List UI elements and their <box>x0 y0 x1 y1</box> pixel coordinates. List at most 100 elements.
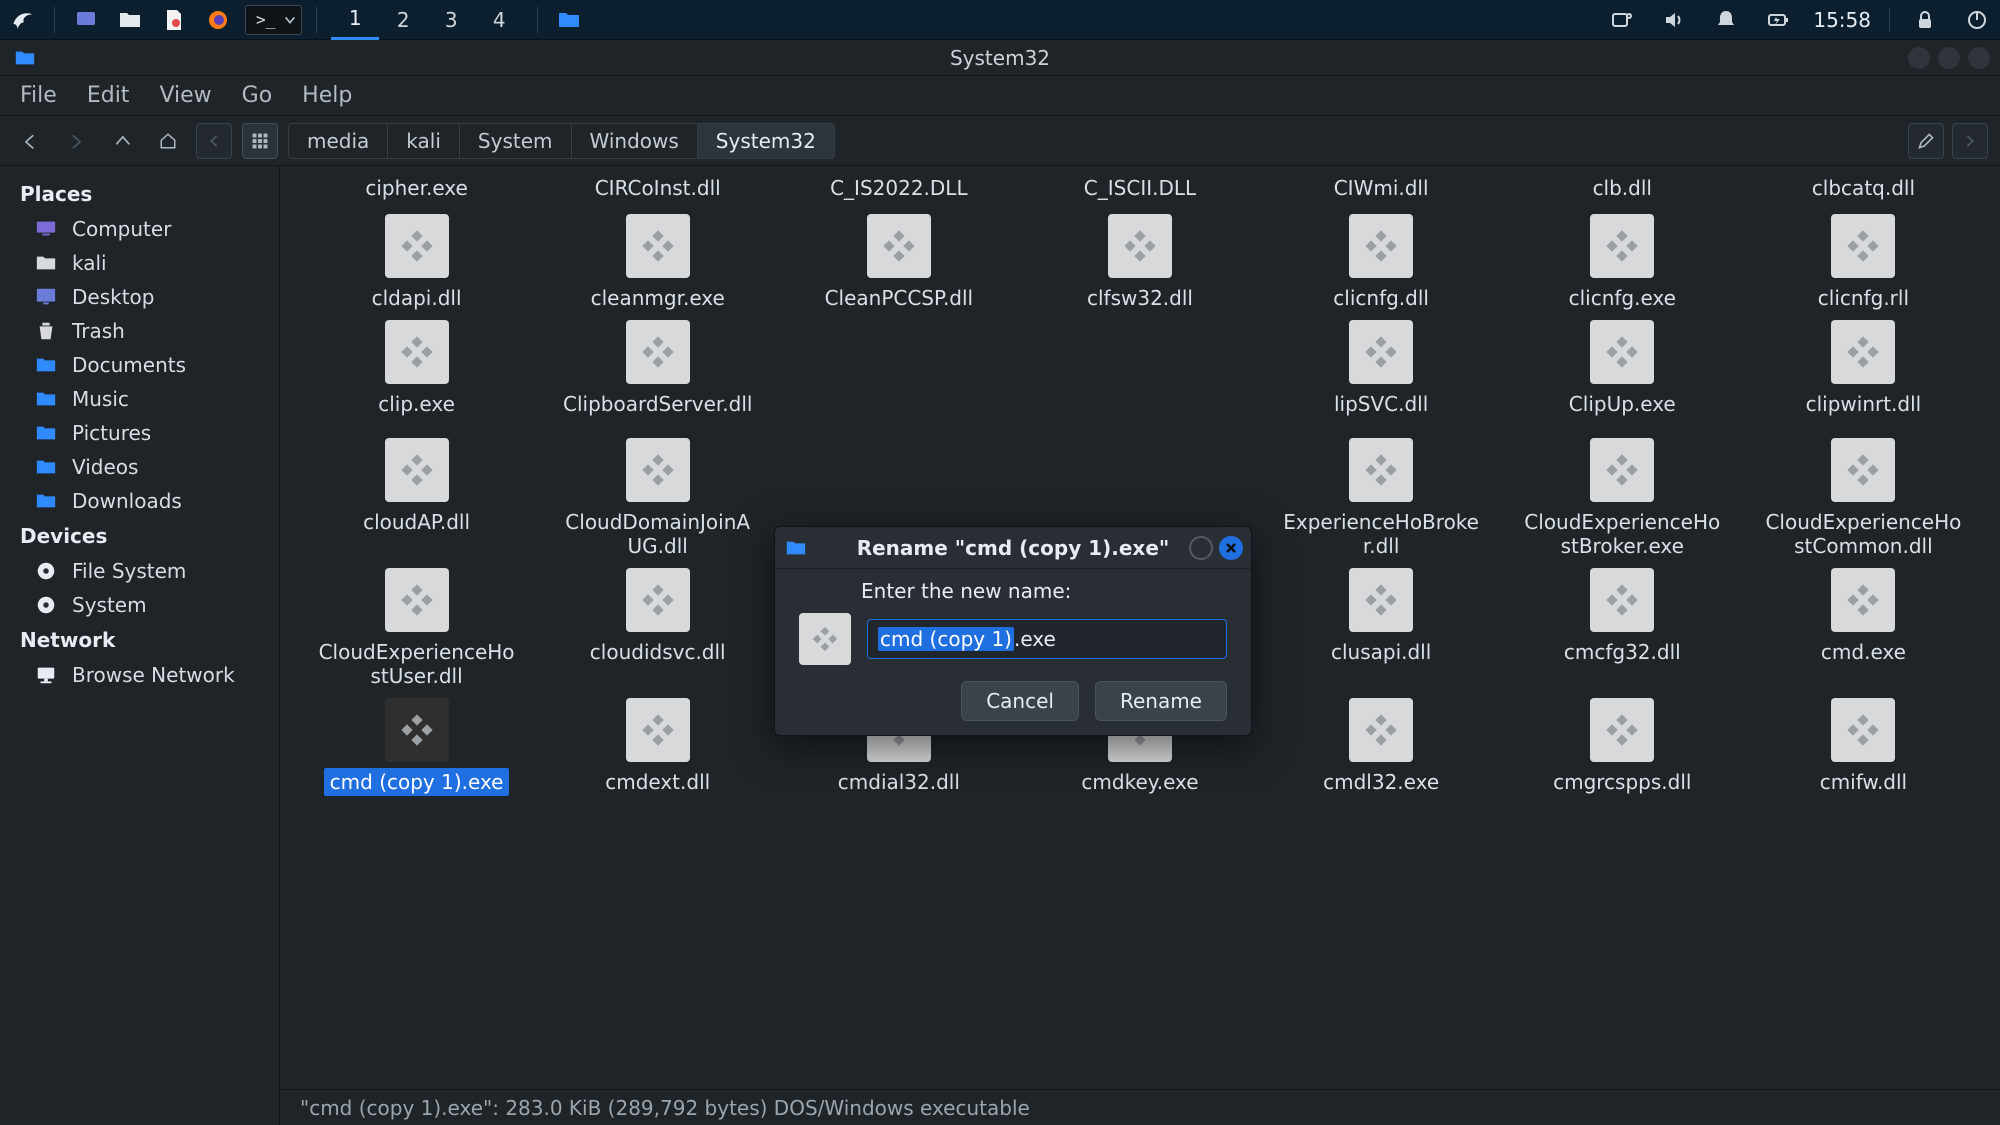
crumb-system32[interactable]: System32 <box>697 123 835 159</box>
file-icon <box>1349 320 1413 384</box>
dialog-minimize-button[interactable] <box>1189 536 1213 560</box>
power-icon[interactable] <box>1960 3 1994 37</box>
file-item[interactable]: CloudExperienceHostUser.dll <box>296 568 537 690</box>
menu-file[interactable]: File <box>20 83 57 108</box>
path-root-button[interactable] <box>242 123 278 159</box>
window-maximize-button[interactable] <box>1938 47 1960 69</box>
chevron-down-icon[interactable] <box>283 8 297 32</box>
file-label[interactable]: clb.dll <box>1502 176 1743 206</box>
firefox-icon[interactable] <box>201 3 235 37</box>
rename-button[interactable]: Rename <box>1095 681 1227 721</box>
file-item[interactable]: clicnfg.dll <box>1261 214 1502 312</box>
file-item[interactable]: clip.exe <box>296 320 537 430</box>
sidebar-item-kali[interactable]: kali <box>0 246 279 280</box>
clock[interactable]: 15:58 <box>1813 8 1871 32</box>
file-icon <box>385 214 449 278</box>
menu-view[interactable]: View <box>159 83 211 108</box>
file-icon <box>626 698 690 762</box>
file-label[interactable]: cipher.exe <box>296 176 537 206</box>
sidebar-item-music[interactable]: Music <box>0 382 279 416</box>
file-label[interactable]: clbcatq.dll <box>1743 176 1984 206</box>
workspace-4[interactable]: 4 <box>475 0 523 40</box>
cancel-button[interactable]: Cancel <box>961 681 1079 721</box>
disk-icon <box>34 593 58 617</box>
menu-edit[interactable]: Edit <box>87 83 130 108</box>
document-icon[interactable] <box>157 3 191 37</box>
battery-icon[interactable] <box>1761 3 1795 37</box>
window-close-button[interactable] <box>1968 47 1990 69</box>
file-item[interactable]: CloudDomainJoinAUG.dll <box>537 438 778 560</box>
dialog-close-button[interactable] <box>1219 536 1243 560</box>
file-item[interactable]: cmdext.dll <box>537 698 778 796</box>
file-label[interactable]: C_IS2022.DLL <box>778 176 1019 206</box>
file-label[interactable]: CIRCoInst.dll <box>537 176 778 206</box>
crumb-kali[interactable]: kali <box>387 123 459 159</box>
sidebar-item-system[interactable]: System <box>0 588 279 622</box>
file-item[interactable]: cldapi.dll <box>296 214 537 312</box>
file-icon <box>1831 320 1895 384</box>
nav-home-button[interactable] <box>150 123 186 159</box>
nav-back-button[interactable] <box>12 123 48 159</box>
file-item[interactable]: CloudExperienceHostCommon.dll <box>1743 438 1984 560</box>
files-icon[interactable] <box>113 3 147 37</box>
file-item[interactable]: ClipUp.exe <box>1502 320 1743 430</box>
file-icon <box>1831 214 1895 278</box>
sidebar-item-browse-network[interactable]: Browse Network <box>0 658 279 692</box>
sidebar-item-pictures[interactable]: Pictures <box>0 416 279 450</box>
path-history-next-button[interactable] <box>1952 123 1988 159</box>
screen-record-icon[interactable] <box>1605 3 1639 37</box>
terminal-launcher[interactable]: >_ <box>245 5 302 35</box>
file-item[interactable]: lipSVC.dll <box>1261 320 1502 430</box>
nav-forward-button[interactable] <box>58 123 94 159</box>
crumb-system[interactable]: System <box>459 123 571 159</box>
file-item[interactable]: cleanmgr.exe <box>537 214 778 312</box>
crumb-windows[interactable]: Windows <box>571 123 697 159</box>
file-item[interactable]: CloudExperienceHostBroker.exe <box>1502 438 1743 560</box>
nav-up-button[interactable] <box>104 123 140 159</box>
file-item[interactable]: clicnfg.exe <box>1502 214 1743 312</box>
notifications-icon[interactable] <box>1709 3 1743 37</box>
file-item[interactable]: clusapi.dll <box>1261 568 1502 690</box>
file-item[interactable]: cloudidsvc.dll <box>537 568 778 690</box>
sidebar-item-file-system[interactable]: File System <box>0 554 279 588</box>
workspace-2[interactable]: 2 <box>379 0 427 40</box>
file-label[interactable]: CIWmi.dll <box>1261 176 1502 206</box>
file-item[interactable]: cloudAP.dll <box>296 438 537 560</box>
desktop-icon[interactable] <box>69 3 103 37</box>
sidebar-item-computer[interactable]: Computer <box>0 212 279 246</box>
file-item[interactable]: cmifw.dll <box>1743 698 1984 796</box>
file-item[interactable]: cmd.exe <box>1743 568 1984 690</box>
file-item[interactable]: CleanPCCSP.dll <box>778 214 1019 312</box>
sidebar-item-downloads[interactable]: Downloads <box>0 484 279 518</box>
app-menu-icon[interactable] <box>6 3 40 37</box>
taskbar-app-folder-icon[interactable] <box>552 3 586 37</box>
file-item[interactable]: clipwinrt.dll <box>1743 320 1984 430</box>
terminal-icon: >_ <box>250 10 281 29</box>
workspace-1[interactable]: 1 <box>331 0 379 40</box>
lock-icon[interactable] <box>1908 3 1942 37</box>
sidebar-item-videos[interactable]: Videos <box>0 450 279 484</box>
dialog-file-icon <box>799 613 851 665</box>
menu-go[interactable]: Go <box>242 83 273 108</box>
file-name: cmdial32.dll <box>832 768 966 796</box>
file-item[interactable]: ExperienceHoBroker.dll <box>1261 438 1502 560</box>
file-label[interactable]: C_ISCII.DLL <box>1019 176 1260 206</box>
sidebar-item-documents[interactable]: Documents <box>0 348 279 382</box>
file-item[interactable]: cmcfg32.dll <box>1502 568 1743 690</box>
sidebar-item-desktop[interactable]: Desktop <box>0 280 279 314</box>
path-history-prev-button[interactable] <box>196 123 232 159</box>
rename-input[interactable]: cmd (copy 1).exe <box>867 619 1227 659</box>
window-minimize-button[interactable] <box>1908 47 1930 69</box>
file-item[interactable]: cmd (copy 1).exe <box>296 698 537 796</box>
workspace-3[interactable]: 3 <box>427 0 475 40</box>
file-item[interactable]: cmgrcspps.dll <box>1502 698 1743 796</box>
crumb-media[interactable]: media <box>288 123 387 159</box>
volume-icon[interactable] <box>1657 3 1691 37</box>
file-item[interactable]: cmdl32.exe <box>1261 698 1502 796</box>
file-item[interactable]: clfsw32.dll <box>1019 214 1260 312</box>
file-item[interactable]: clicnfg.rll <box>1743 214 1984 312</box>
edit-path-button[interactable] <box>1908 123 1944 159</box>
menu-help[interactable]: Help <box>302 83 352 108</box>
file-item[interactable]: ClipboardServer.dll <box>537 320 778 430</box>
sidebar-item-trash[interactable]: Trash <box>0 314 279 348</box>
